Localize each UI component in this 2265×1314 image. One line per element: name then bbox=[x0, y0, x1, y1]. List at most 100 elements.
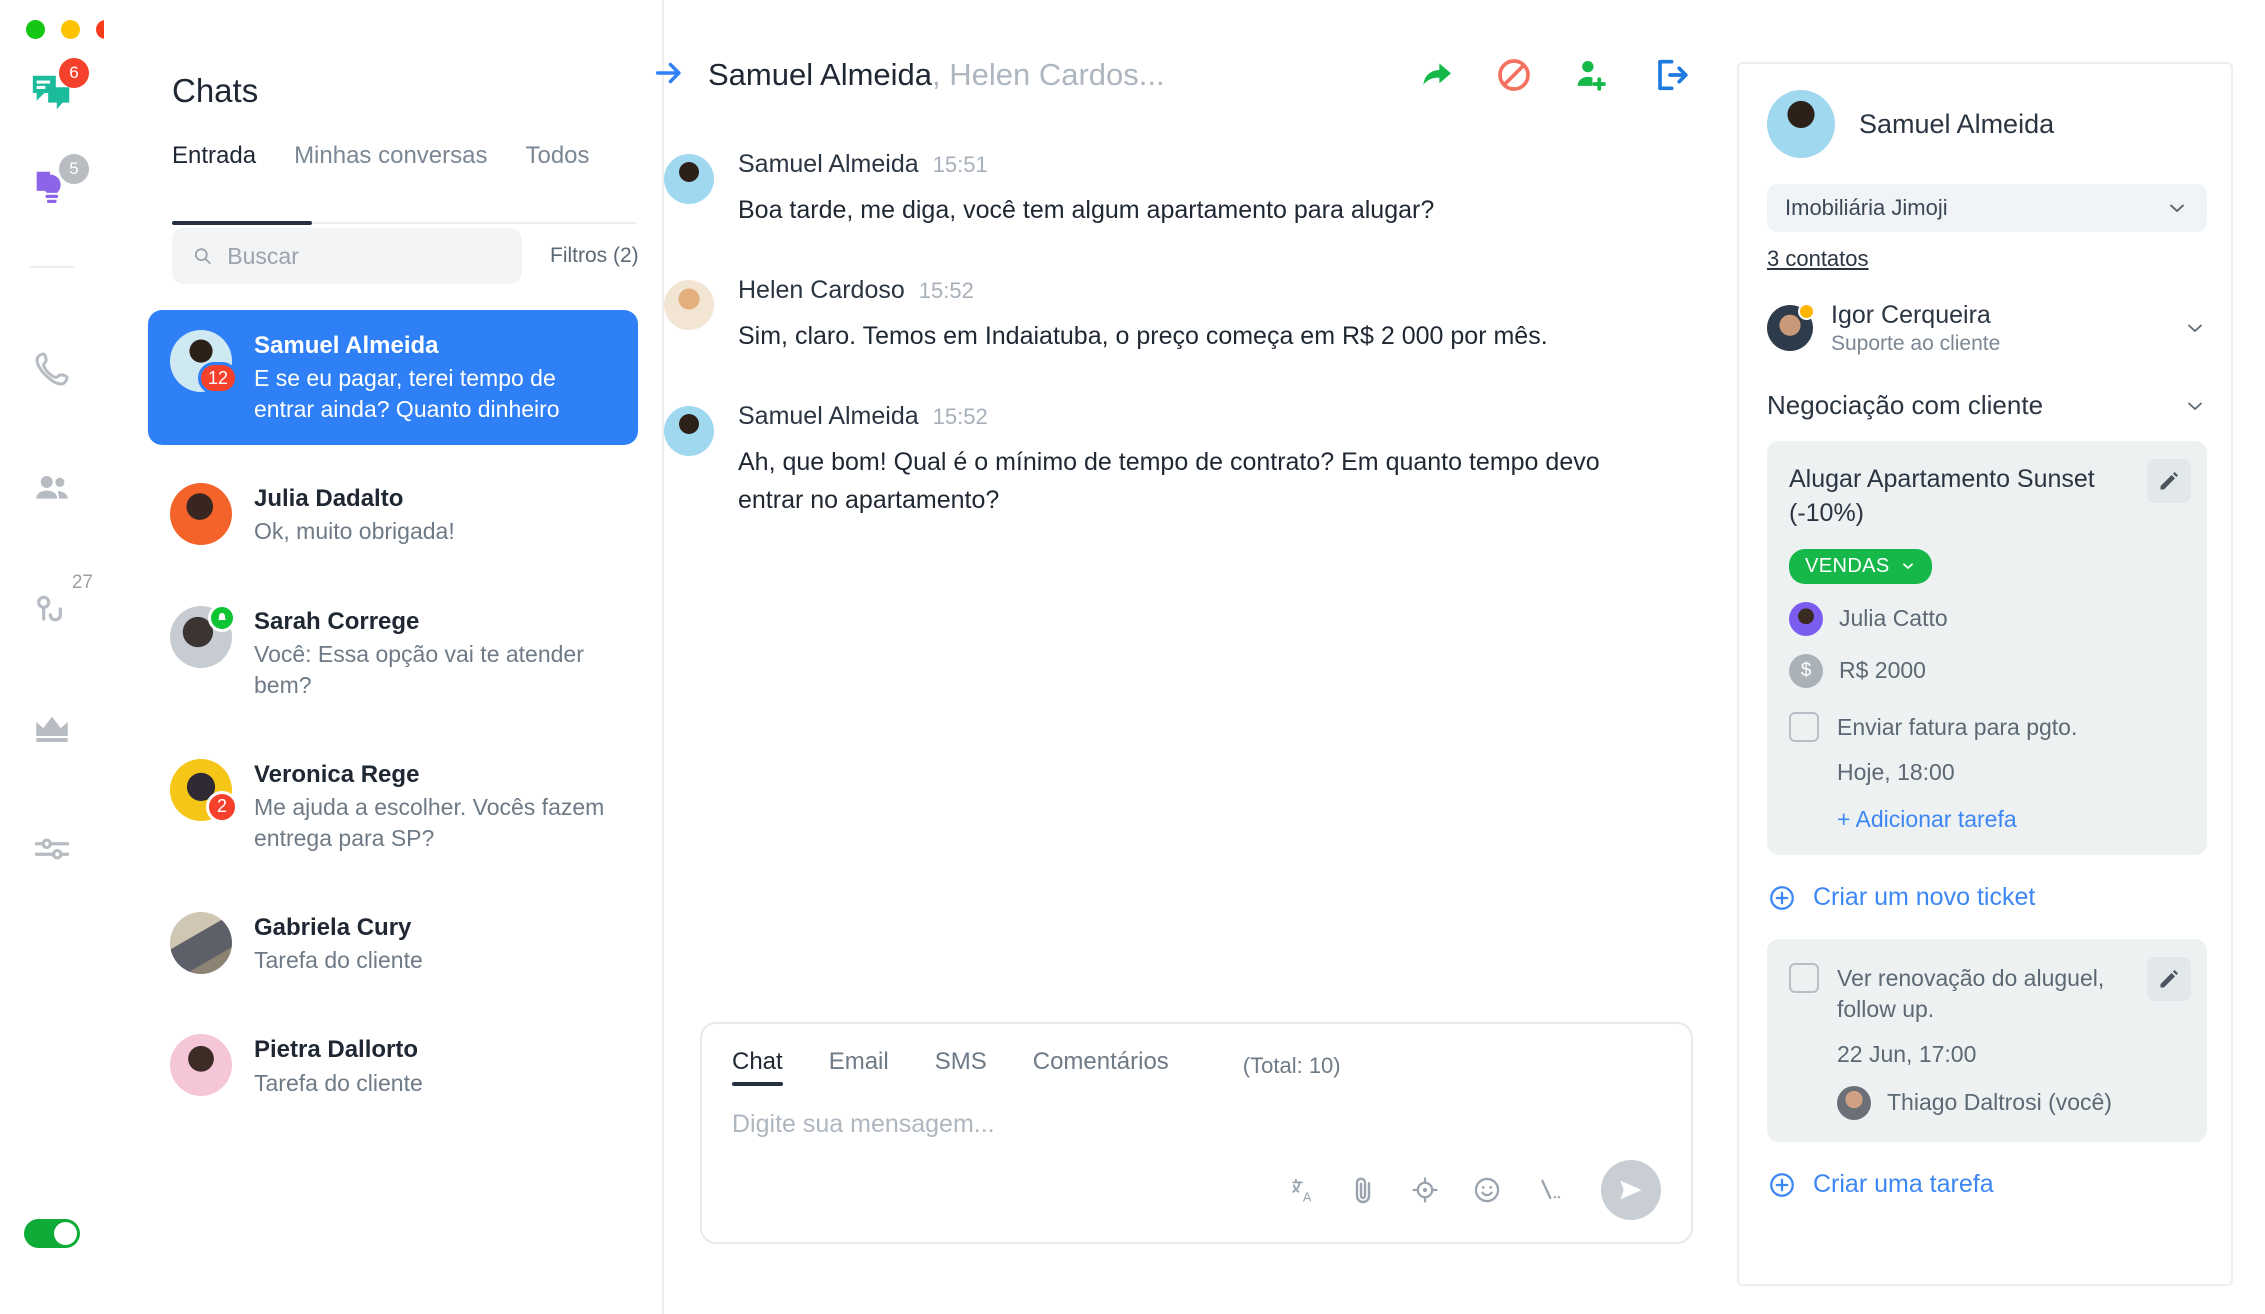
list-item[interactable]: Julia Dadalto Ok, muito obrigada! bbox=[148, 463, 638, 567]
conversation-other-participants: , Helen Cardos... bbox=[932, 57, 1165, 92]
avatar-wrap: 12 bbox=[170, 330, 232, 392]
signature-button[interactable] bbox=[1533, 1174, 1565, 1206]
message-avatar bbox=[664, 406, 714, 456]
message-text: Sim, claro. Temos em Indaiatuba, o preço… bbox=[738, 317, 1548, 356]
attachment-button[interactable] bbox=[1347, 1174, 1379, 1206]
tab-todos[interactable]: Todos bbox=[525, 142, 589, 188]
crown-icon bbox=[31, 708, 73, 750]
task-edit-button[interactable] bbox=[2147, 957, 2191, 1001]
list-item-preview: Tarefa do cliente bbox=[254, 945, 423, 976]
rail-item-deals[interactable]: 27 bbox=[21, 578, 83, 640]
avatar bbox=[170, 1034, 232, 1096]
translate-icon: A bbox=[1285, 1174, 1317, 1206]
composer-tabs: Chat Email SMS Comentários (Total: 10) bbox=[732, 1048, 1661, 1084]
conversation-actions bbox=[1413, 52, 1693, 98]
contact-name: Samuel Almeida bbox=[1859, 109, 2054, 140]
tab-minhas-conversas[interactable]: Minhas conversas bbox=[294, 142, 487, 188]
deal-owner-row: Julia Catto bbox=[1789, 602, 2187, 636]
rail-item-chats[interactable]: 6 bbox=[21, 62, 83, 124]
list-item-name: Veronica Rege bbox=[254, 759, 616, 790]
send-button[interactable] bbox=[1601, 1160, 1661, 1220]
composer-tab-sms[interactable]: SMS bbox=[935, 1048, 987, 1084]
composer-tab-chat[interactable]: Chat bbox=[732, 1048, 783, 1084]
messages-list: Samuel Almeida 15:51 Boa tarde, me diga,… bbox=[664, 150, 1737, 520]
message: Helen Cardoso 15:52 Sim, claro. Temos em… bbox=[664, 276, 1693, 356]
conversation-panel: Samuel Almeida , Helen Cardos... bbox=[664, 0, 1737, 1314]
signature-icon bbox=[1533, 1174, 1565, 1206]
search-input[interactable] bbox=[227, 243, 502, 270]
contact-avatar bbox=[1767, 90, 1835, 158]
phone-icon bbox=[32, 349, 72, 389]
create-task-button[interactable]: Criar uma tarefa bbox=[1767, 1170, 2207, 1200]
filters-button[interactable]: Filtros (2) bbox=[550, 244, 639, 268]
message-avatar bbox=[664, 280, 714, 330]
svg-text:A: A bbox=[1303, 1190, 1312, 1204]
message-content: Helen Cardoso 15:52 Sim, claro. Temos em… bbox=[738, 276, 1548, 356]
agent-name: Igor Cerqueira bbox=[1831, 300, 2000, 330]
avatar-wrap bbox=[170, 912, 232, 974]
message: Samuel Almeida 15:52 Ah, que bom! Qual é… bbox=[664, 402, 1693, 521]
deal-task-checkbox[interactable] bbox=[1789, 712, 1819, 742]
rail-item-settings[interactable] bbox=[21, 818, 83, 880]
deals-icon bbox=[32, 589, 72, 629]
block-icon bbox=[1494, 55, 1534, 95]
task-text: Ver renovação do aluguel, follow up. bbox=[1837, 963, 2107, 1025]
list-item-preview: E se eu pagar, terei tempo de entrar ain… bbox=[254, 363, 616, 425]
agent-avatar-wrap bbox=[1767, 305, 1813, 351]
company-select[interactable]: Imobiliária Jimoji bbox=[1767, 184, 2207, 232]
message-input[interactable] bbox=[732, 1110, 1661, 1160]
list-item[interactable]: 12 Samuel Almeida E se eu pagar, terei t… bbox=[148, 310, 638, 445]
rail-item-leads[interactable]: 5 bbox=[21, 158, 83, 220]
conversation-title: Samuel Almeida, Helen Cardos... bbox=[708, 57, 1165, 93]
list-item-name: Sarah Correge bbox=[254, 606, 616, 637]
list-item[interactable]: Gabriela Cury Tarefa do cliente bbox=[148, 892, 638, 996]
chat-list: 12 Samuel Almeida E se eu pagar, terei t… bbox=[104, 310, 662, 1119]
emoji-button[interactable] bbox=[1471, 1174, 1503, 1206]
rail-item-contacts[interactable] bbox=[21, 458, 83, 520]
add-user-button[interactable] bbox=[1569, 52, 1615, 98]
block-button[interactable] bbox=[1491, 52, 1537, 98]
chevron-down-icon bbox=[2165, 196, 2189, 220]
translate-button[interactable]: A bbox=[1285, 1174, 1317, 1206]
add-task-link[interactable]: + Adicionar tarefa bbox=[1837, 806, 2017, 833]
assigned-agent[interactable]: Igor Cerqueira Suporte ao cliente bbox=[1767, 300, 2207, 356]
bell-icon bbox=[216, 612, 228, 624]
list-item-preview: Você: Essa opção vai te atender bem? bbox=[254, 639, 616, 701]
message-avatar bbox=[664, 154, 714, 204]
task-assignee-row: Thiago Daltrosi (você) bbox=[1837, 1086, 2187, 1120]
list-item-texts: Samuel Almeida E se eu pagar, terei temp… bbox=[254, 330, 616, 425]
list-item-texts: Julia Dadalto Ok, muito obrigada! bbox=[254, 483, 455, 547]
list-item-name: Gabriela Cury bbox=[254, 912, 423, 943]
pencil-icon bbox=[2157, 967, 2181, 991]
availability-toggle[interactable] bbox=[24, 1219, 80, 1248]
deal-stage-pill[interactable]: VENDAS bbox=[1789, 549, 1932, 584]
message-time: 15:51 bbox=[933, 152, 988, 178]
rail-item-premium[interactable] bbox=[21, 698, 83, 760]
forward-button[interactable] bbox=[1413, 52, 1459, 98]
composer-tab-comentarios[interactable]: Comentários bbox=[1033, 1048, 1169, 1084]
snippet-target-button[interactable] bbox=[1409, 1174, 1441, 1206]
list-item[interactable]: 2 Veronica Rege Me ajuda a escolher. Voc… bbox=[148, 739, 638, 874]
rail-item-calls[interactable] bbox=[21, 338, 83, 400]
list-item[interactable]: Sarah Correge Você: Essa opção vai te at… bbox=[148, 586, 638, 721]
create-ticket-button[interactable]: Criar um novo ticket bbox=[1767, 883, 2207, 913]
composer-tab-email[interactable]: Email bbox=[829, 1048, 889, 1084]
contact-header: Samuel Almeida bbox=[1767, 90, 2207, 158]
task-checkbox[interactable] bbox=[1789, 963, 1819, 993]
deal-section-header[interactable]: Negociação com cliente bbox=[1767, 390, 2207, 421]
deal-owner-avatar bbox=[1789, 602, 1823, 636]
agent-texts: Igor Cerqueira Suporte ao cliente bbox=[1831, 300, 2000, 356]
message-author: Samuel Almeida bbox=[738, 402, 919, 431]
exit-chat-button[interactable] bbox=[1647, 52, 1693, 98]
tab-entrada[interactable]: Entrada bbox=[172, 142, 256, 188]
plus-circle-icon bbox=[1767, 1170, 1797, 1200]
plus-circle-icon bbox=[1767, 883, 1797, 913]
search-box[interactable] bbox=[172, 228, 522, 284]
list-item[interactable]: Pietra Dallorto Tarefa do cliente bbox=[148, 1014, 638, 1118]
deal-edit-button[interactable] bbox=[2147, 459, 2191, 503]
avatar-wrap bbox=[170, 483, 232, 545]
agent-status-indicator bbox=[1798, 303, 1815, 320]
contacts-count-link[interactable]: 3 contatos bbox=[1767, 246, 1869, 272]
list-item-texts: Veronica Rege Me ajuda a escolher. Vocês… bbox=[254, 759, 616, 854]
left-nav-rail: 6 5 bbox=[0, 0, 104, 1314]
